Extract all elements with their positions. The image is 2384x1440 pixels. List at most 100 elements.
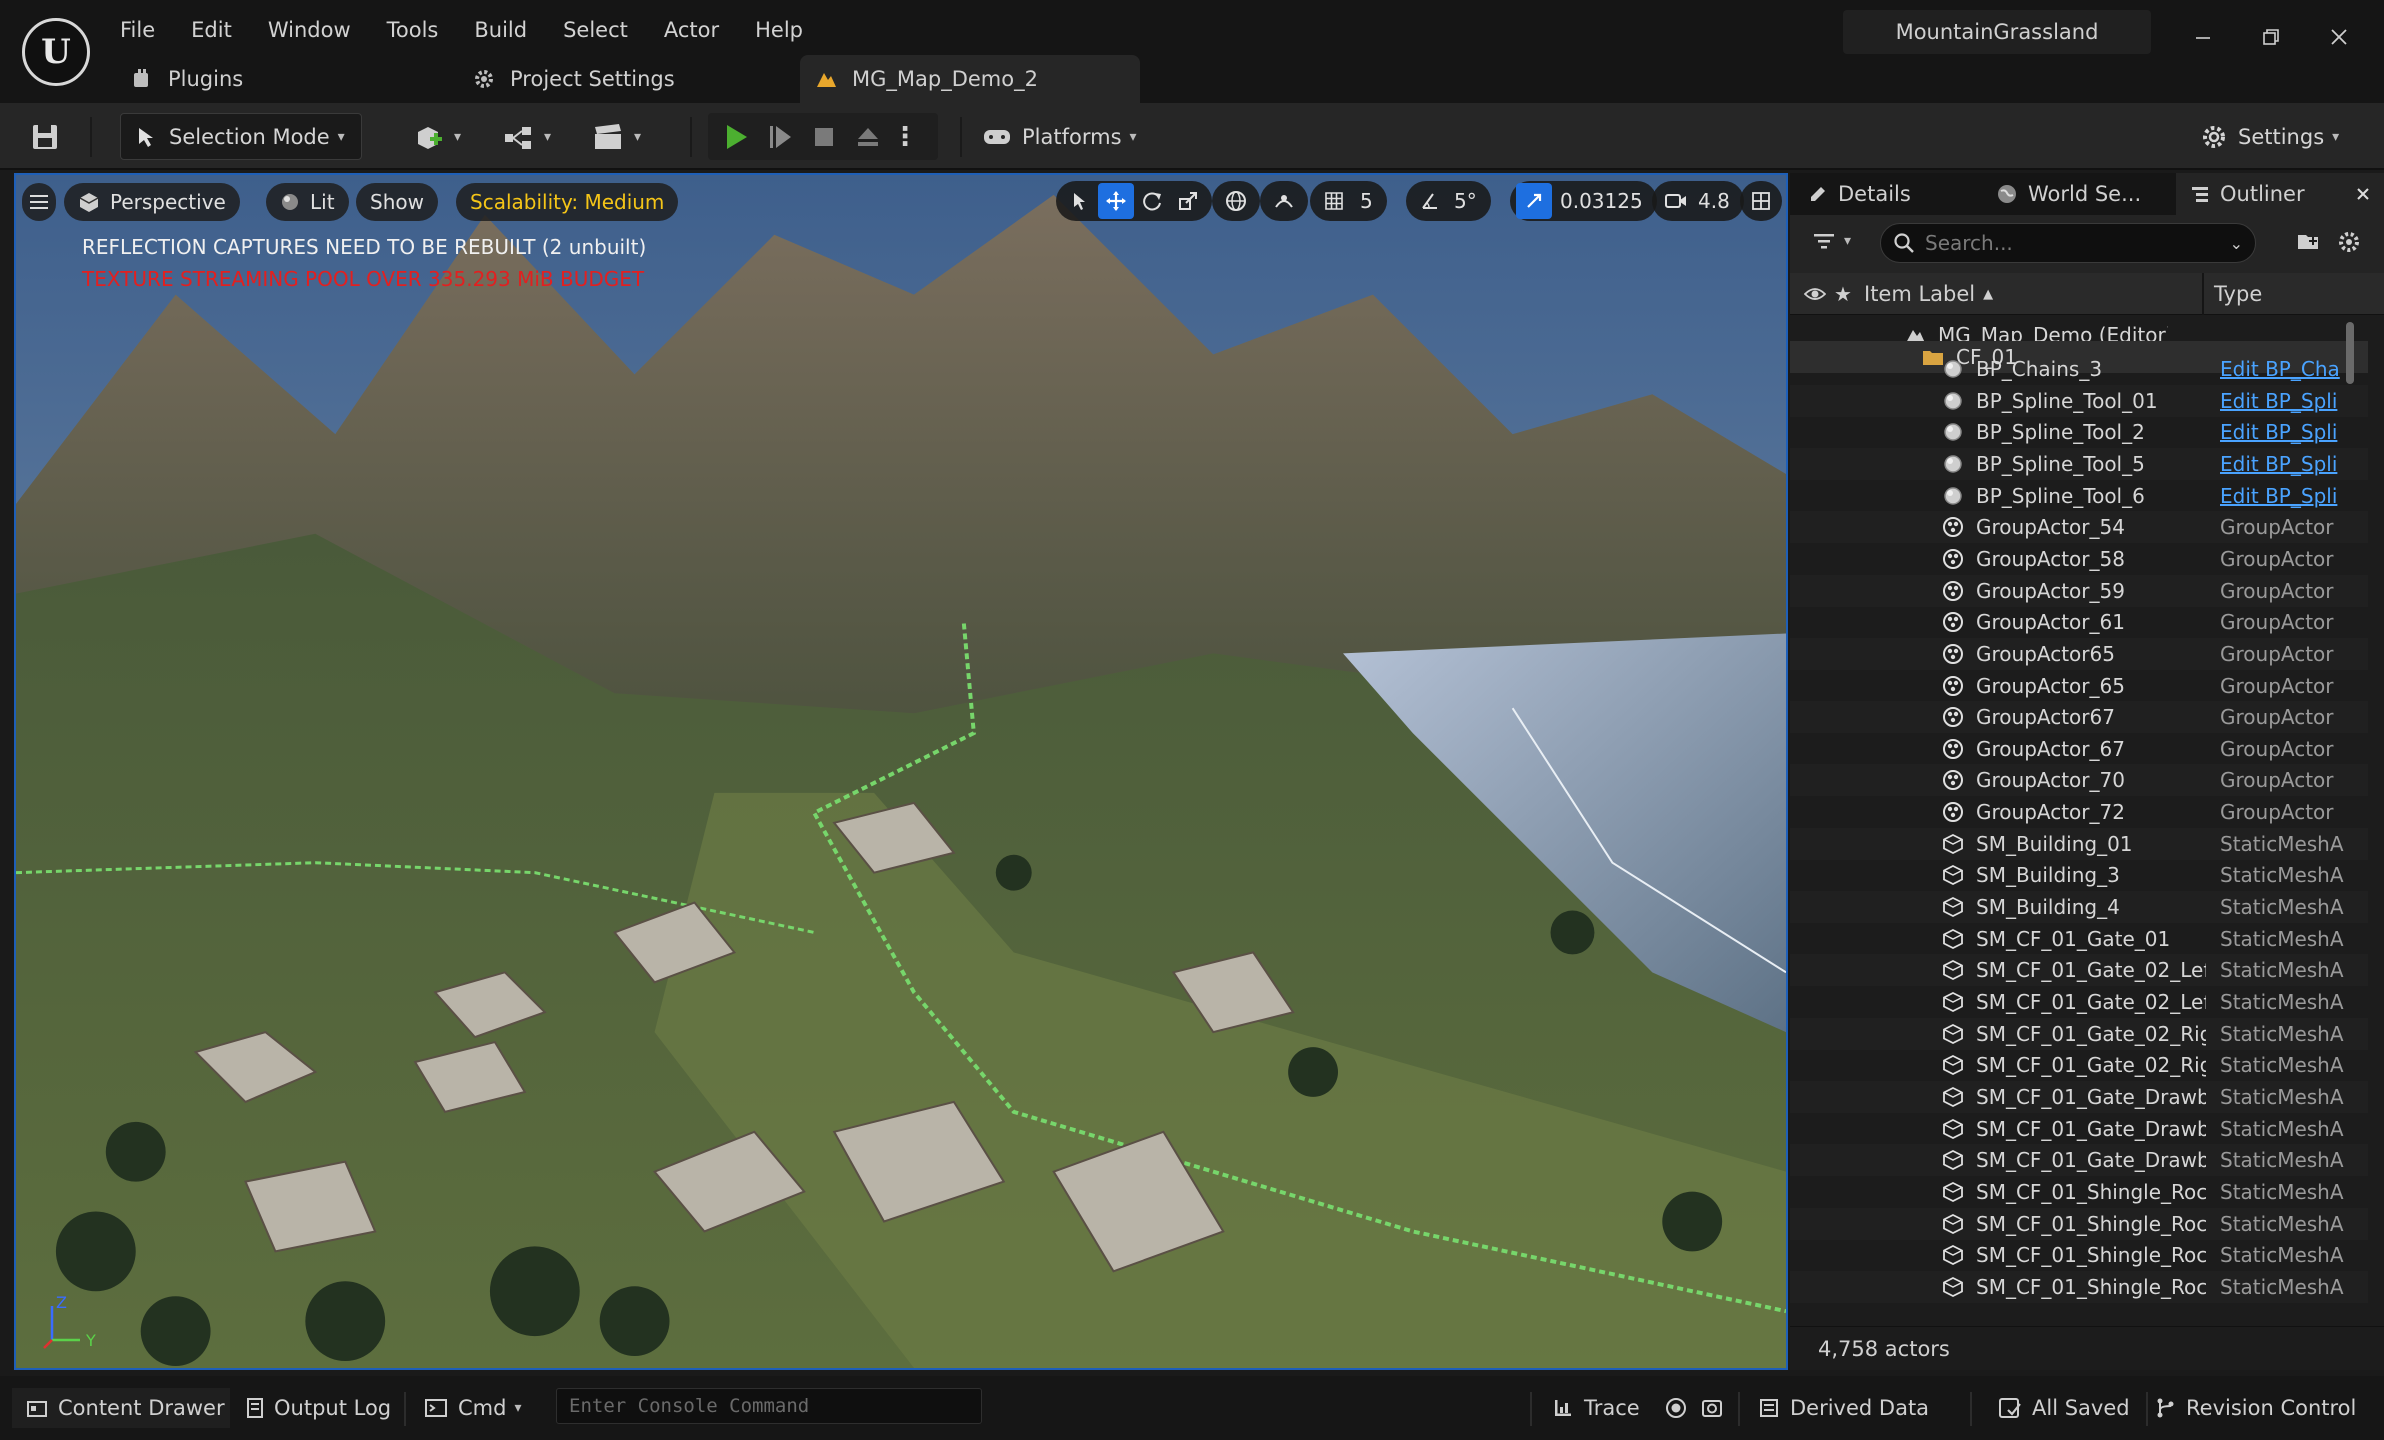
menu-select[interactable]: Select <box>545 10 646 50</box>
outliner-row[interactable]: SM_CF_01_Shingle_Roc StaticMeshA <box>1790 1207 2368 1240</box>
outliner-row[interactable]: SM_CF_01_Gate_02_Lef StaticMeshA <box>1790 986 2368 1018</box>
outliner-row[interactable]: GroupActor_61 GroupActor <box>1790 606 2368 638</box>
outliner-row[interactable]: GroupActor_54 GroupActor <box>1790 511 2368 544</box>
outliner-row[interactable]: BP_Spline_Tool_6 Edit BP_Spli <box>1790 480 2368 512</box>
menu-build[interactable]: Build <box>456 10 545 50</box>
outliner-row[interactable]: SM_CF_01_Gate_02_Rig StaticMeshA <box>1790 1017 2368 1050</box>
blueprint-button[interactable]: ▾ <box>502 113 551 160</box>
pin-star-icon[interactable]: ★ <box>1834 282 1852 306</box>
outliner-row[interactable]: SM_CF_01_Gate_Drawb StaticMeshA <box>1790 1144 2368 1177</box>
screenshot-icon[interactable] <box>1700 1388 1724 1428</box>
outliner-row[interactable]: SM_CF_01_Gate_Drawb StaticMeshA <box>1790 1080 2368 1113</box>
perspective-button[interactable]: Perspective <box>64 183 240 221</box>
outliner-row[interactable]: GroupActor_58 GroupActor <box>1790 543 2368 575</box>
outliner-row[interactable]: BP_Spline_Tool_2 Edit BP_Spli <box>1790 416 2368 448</box>
outliner-row[interactable]: SM_CF_01_Gate_02_Lef StaticMeshA <box>1790 954 2368 987</box>
column-type[interactable]: Type <box>2214 273 2262 315</box>
outliner-row[interactable]: SM_CF_01_Gate_Drawb StaticMeshA <box>1790 1113 2368 1145</box>
outliner-search-input[interactable]: Search... ⌄ <box>1880 223 2256 263</box>
outliner-row[interactable]: GroupActor67 GroupActor <box>1790 701 2368 734</box>
viewport-layout-icon[interactable] <box>1740 181 1782 221</box>
menu-window[interactable]: Window <box>250 10 369 50</box>
column-item-label[interactable]: Item Label ▲ <box>1864 273 1993 315</box>
surface-snap-icon[interactable] <box>1266 183 1302 219</box>
platforms-dropdown[interactable]: Platforms ▾ <box>982 113 1137 160</box>
outliner-tree[interactable]: MG_Map_Demo (Editor) CF_01 BP_Chains_3 Edit… <box>1790 315 2368 1326</box>
edit-blueprint-link[interactable]: Edit BP_Spli <box>2220 484 2350 508</box>
record-icon[interactable] <box>1664 1388 1688 1428</box>
outliner-row[interactable]: SM_CF_01_Gate_01 StaticMeshA <box>1790 923 2368 955</box>
tab-project-settings[interactable]: Project Settings <box>466 55 786 103</box>
level-viewport[interactable]: Perspective Lit Show Scalability: Medium… <box>14 173 1788 1370</box>
visibility-eye-icon[interactable] <box>1803 284 1827 308</box>
scale-icon[interactable] <box>1170 183 1206 219</box>
column-divider[interactable] <box>2202 273 2204 315</box>
derived-data-button[interactable]: Derived Data <box>1758 1388 1929 1428</box>
show-button[interactable]: Show <box>356 183 438 221</box>
outliner-row[interactable]: SM_CF_01_Gate_02_Rig StaticMeshA <box>1790 1049 2368 1081</box>
outliner-scrollbar[interactable] <box>2346 322 2354 384</box>
outliner-row[interactable]: BP_Spline_Tool_01 Edit BP_Spli <box>1790 384 2368 417</box>
trace-button[interactable]: Trace <box>1552 1388 1640 1428</box>
outliner-row[interactable]: SM_CF_01_Shingle_Roc StaticMeshA <box>1790 1270 2368 1303</box>
edit-blueprint-link[interactable]: Edit BP_Spli <box>2220 420 2350 444</box>
camera-speed[interactable]: 4.8 <box>1652 181 1744 221</box>
content-drawer-button[interactable]: Content Drawer <box>12 1388 230 1428</box>
outliner-row[interactable]: SM_Building_01 StaticMeshA <box>1790 827 2368 860</box>
stop-icon[interactable] <box>802 125 846 149</box>
restore-icon[interactable] <box>2244 14 2298 60</box>
settings-dropdown[interactable]: Settings ▾ <box>2200 113 2339 160</box>
edit-blueprint-link[interactable]: Edit BP_Spli <box>2220 452 2350 476</box>
world-globe-icon[interactable] <box>1218 183 1254 219</box>
filter-dropdown[interactable]: ▾ <box>1812 231 1851 251</box>
menu-tools[interactable]: Tools <box>369 10 457 50</box>
advance-frame-icon[interactable] <box>758 123 802 151</box>
add-actor-button[interactable]: ▾ <box>412 113 461 160</box>
outliner-row[interactable]: GroupActor_72 GroupActor <box>1790 796 2368 828</box>
outliner-row[interactable]: GroupActor_70 GroupActor <box>1790 764 2368 797</box>
chevron-down-icon[interactable]: ⌄ <box>2230 234 2243 253</box>
more-options-icon[interactable]: ⋮ <box>890 122 920 152</box>
settings-gear-icon[interactable] <box>2336 229 2362 260</box>
play-icon[interactable] <box>714 123 758 151</box>
close-tab-icon[interactable] <box>2356 187 2370 201</box>
save-icon[interactable] <box>30 113 60 160</box>
edit-blueprint-link[interactable]: Edit BP_Cha <box>2220 357 2350 381</box>
tab-outliner[interactable]: Outliner <box>2176 173 2384 215</box>
select-cursor-icon[interactable] <box>1062 183 1098 219</box>
rotate-icon[interactable] <box>1134 183 1170 219</box>
console-command-input[interactable]: Enter Console Command <box>556 1388 982 1424</box>
close-icon[interactable] <box>2312 14 2366 60</box>
lit-button[interactable]: Lit <box>266 183 349 221</box>
viewport-menu-icon[interactable] <box>22 183 56 221</box>
outliner-row[interactable]: GroupActor_67 GroupActor <box>1790 733 2368 765</box>
outliner-row[interactable]: SM_CF_01_Shingle_Roc StaticMeshA <box>1790 1239 2368 1271</box>
all-saved-button[interactable]: All Saved <box>1998 1388 2130 1428</box>
selection-mode-dropdown[interactable]: Selection Mode ▾ <box>120 113 362 160</box>
scalability-button[interactable]: Scalability: Medium <box>456 183 679 221</box>
grid-snap[interactable]: 5 <box>1310 181 1387 221</box>
menu-actor[interactable]: Actor <box>646 10 737 50</box>
menu-file[interactable]: File <box>102 10 173 50</box>
tab-level-map[interactable]: MG_Map_Demo_2 <box>800 55 1140 103</box>
outliner-row[interactable]: SM_CF_01_Shingle_Roc StaticMeshA <box>1790 1176 2368 1208</box>
outliner-row[interactable]: SM_Building_3 StaticMeshA <box>1790 859 2368 891</box>
tab-world-settings[interactable]: World Se... <box>1990 173 2170 215</box>
eject-icon[interactable] <box>846 124 890 150</box>
edit-blueprint-link[interactable]: Edit BP_Spli <box>2220 389 2350 413</box>
menu-edit[interactable]: Edit <box>173 10 250 50</box>
rotation-snap[interactable]: 5° <box>1406 181 1491 221</box>
outliner-row[interactable]: SM_Building_4 StaticMeshA <box>1790 891 2368 924</box>
tab-plugins[interactable]: Plugins <box>124 55 374 103</box>
minimize-icon[interactable] <box>2176 14 2230 60</box>
revision-control-button[interactable]: Revision Control <box>2154 1388 2356 1428</box>
translate-icon[interactable] <box>1098 183 1134 219</box>
add-folder-icon[interactable] <box>2296 229 2322 258</box>
scale-snap[interactable]: 0.03125 <box>1510 181 1657 221</box>
cmd-dropdown[interactable]: Cmd ▾ <box>424 1388 521 1428</box>
outliner-row[interactable]: GroupActor65 GroupActor <box>1790 637 2368 670</box>
cinematics-button[interactable]: ▾ <box>592 113 641 160</box>
menu-help[interactable]: Help <box>737 10 821 50</box>
unreal-logo-icon[interactable]: U <box>22 18 90 86</box>
output-log-button[interactable]: Output Log <box>246 1388 391 1428</box>
